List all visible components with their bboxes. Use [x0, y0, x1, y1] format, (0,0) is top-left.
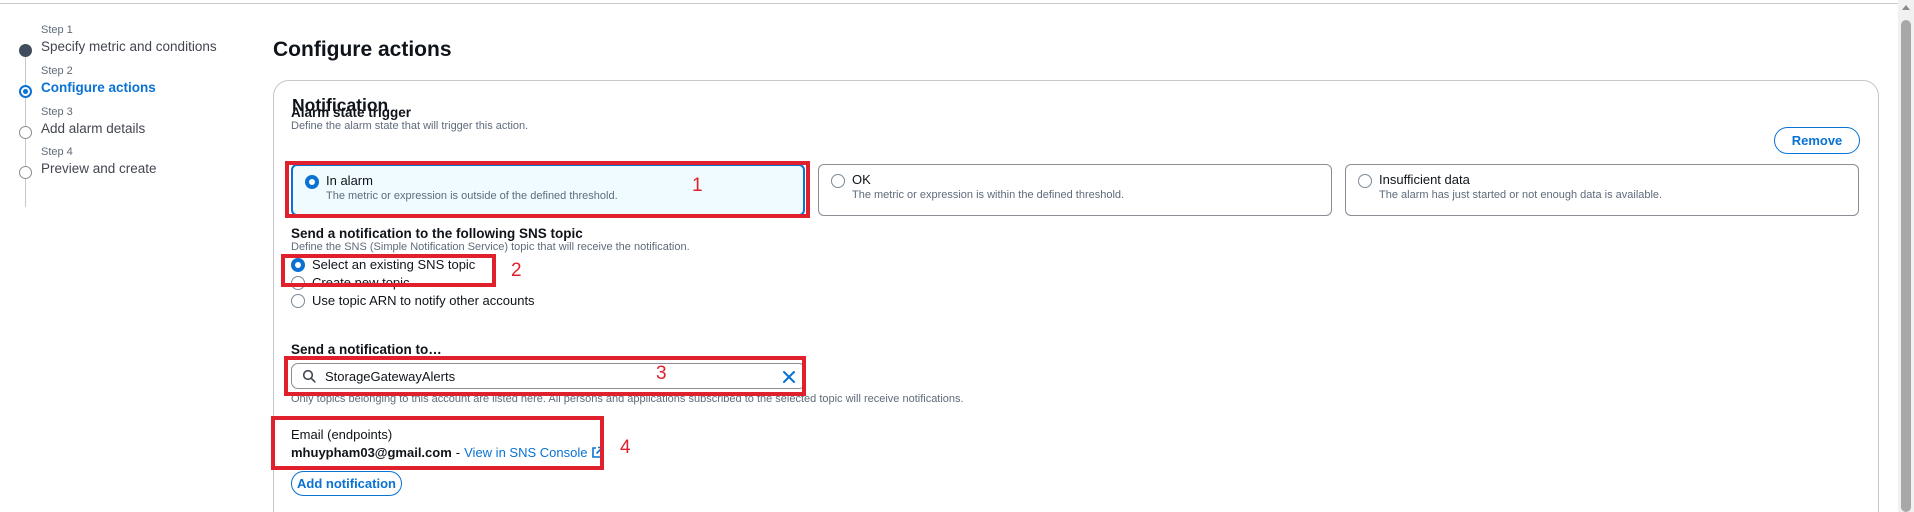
step-number: Step 1 [41, 24, 73, 36]
annotation-number-1: 1 [692, 175, 703, 196]
tile-description: The metric or expression is within the d… [852, 189, 1125, 201]
annotation-box-2 [281, 254, 496, 287]
tile-label: OK [852, 172, 871, 187]
step-label: Add alarm details [41, 121, 146, 136]
step-label: Preview and create [41, 161, 157, 176]
radio-topic-arn[interactable] [291, 293, 305, 308]
radio-insufficient-data[interactable] [1358, 174, 1372, 188]
tile-description: The alarm has just started or not enough… [1379, 189, 1663, 201]
alarm-state-insufficient-data[interactable]: Insufficient data The alarm has just sta… [1345, 164, 1859, 216]
step-label: Configure actions [41, 80, 156, 95]
step-label[interactable]: Specify metric and conditions [41, 39, 217, 54]
alarm-state-label: Alarm state trigger [291, 105, 412, 120]
annotation-number-2: 2 [511, 260, 522, 281]
step-future-indicator [19, 166, 32, 179]
scroll-thumb[interactable] [1901, 20, 1911, 512]
annotation-box-1 [285, 161, 810, 218]
sns-topic-description: Define the SNS (Simple Notification Serv… [291, 241, 690, 253]
alarm-state-description: Define the alarm state that will trigger… [291, 120, 529, 132]
step-done-indicator [19, 44, 32, 57]
step-number: Step 4 [41, 146, 73, 158]
step-active-indicator [19, 85, 32, 98]
step-number: Step 2 [41, 65, 73, 77]
alarm-state-ok[interactable]: OK The metric or expression is within th… [818, 164, 1332, 216]
vertical-scrollbar[interactable] [1898, 0, 1914, 512]
option-label: Use topic ARN to notify other accounts [312, 293, 535, 308]
scroll-up-icon[interactable] [1902, 5, 1910, 10]
send-to-label: Send a notification to… [291, 342, 442, 357]
sns-topic-label: Send a notification to the following SNS… [291, 226, 583, 241]
tile-label: Insufficient data [1379, 172, 1470, 187]
remove-button[interactable]: Remove [1774, 127, 1860, 154]
page-title: Configure actions [273, 38, 452, 61]
add-notification-button[interactable]: Add notification [291, 471, 402, 496]
step-number: Step 3 [41, 106, 73, 118]
annotation-number-4: 4 [620, 437, 631, 458]
top-divider [0, 3, 1898, 4]
annotation-box-4 [271, 416, 604, 470]
annotation-number-3: 3 [656, 363, 667, 384]
wizard-steps: Step 1 Specify metric and conditions Ste… [0, 0, 260, 512]
step-future-indicator [19, 126, 32, 139]
annotation-box-3 [284, 356, 806, 396]
radio-ok[interactable] [831, 174, 845, 188]
sns-option-arn[interactable]: Use topic ARN to notify other accounts [291, 293, 535, 308]
